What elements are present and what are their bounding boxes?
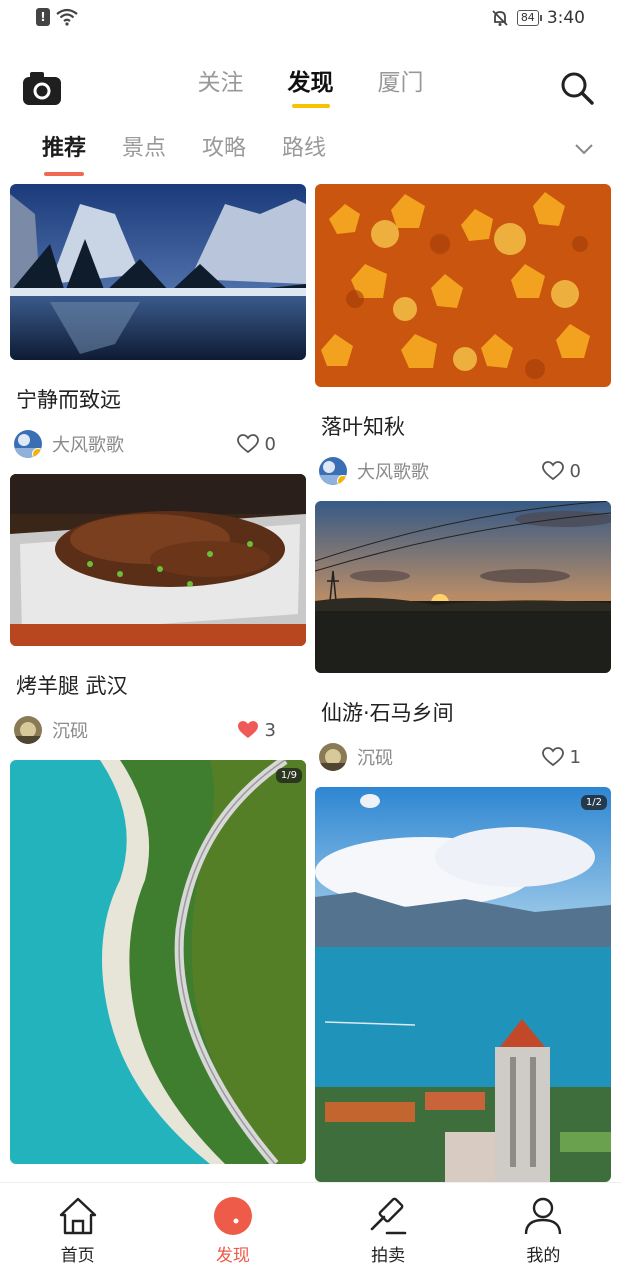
bottom-nav: 首页 发现 拍卖 我的 bbox=[0, 1182, 621, 1274]
like-count: 0 bbox=[569, 460, 581, 482]
tab-discover[interactable]: 发现 bbox=[288, 68, 334, 112]
post-image[interactable] bbox=[10, 474, 306, 646]
home-icon bbox=[59, 1197, 96, 1235]
avatar[interactable] bbox=[319, 743, 347, 771]
like-count: 0 bbox=[264, 433, 276, 455]
image-count-badge: 1/9 bbox=[275, 768, 302, 783]
like-button[interactable]: 1 bbox=[541, 746, 581, 768]
post-meta: 大风歌歌 0 bbox=[319, 451, 611, 491]
wifi-icon bbox=[56, 8, 78, 26]
gavel-icon bbox=[370, 1197, 407, 1235]
post-author[interactable]: 沉砚 bbox=[357, 744, 393, 770]
nav-profile-label: 我的 bbox=[526, 1246, 561, 1266]
nav-profile[interactable]: 我的 bbox=[466, 1183, 621, 1274]
category-guides[interactable]: 攻略 bbox=[202, 130, 246, 176]
heart-outline-icon bbox=[236, 434, 259, 454]
post-meta: 沉砚 3 bbox=[14, 710, 306, 750]
post-title: 落叶知秋 bbox=[321, 415, 405, 439]
like-button[interactable]: 0 bbox=[541, 460, 581, 482]
top-header: 关注 发现 厦门 bbox=[0, 58, 621, 118]
clock: 3:40 bbox=[546, 8, 585, 28]
search-icon[interactable] bbox=[559, 70, 595, 106]
category-tabs: 推荐 景点 攻略 路线 bbox=[42, 130, 326, 176]
post-meta: 沉砚 1 bbox=[319, 737, 611, 777]
post-card[interactable]: 烤羊腿 武汉 沉砚 3 bbox=[10, 474, 306, 750]
tab-following[interactable]: 关注 bbox=[198, 68, 244, 112]
post-author[interactable]: 沉砚 bbox=[52, 717, 88, 743]
post-image[interactable] bbox=[10, 184, 306, 360]
verified-badge-icon bbox=[32, 448, 42, 458]
discover-icon bbox=[213, 1197, 252, 1235]
nav-discover[interactable]: 发现 bbox=[155, 1183, 310, 1274]
heart-outline-icon bbox=[541, 747, 564, 767]
like-button[interactable]: 3 bbox=[237, 720, 276, 741]
nav-home[interactable]: 首页 bbox=[0, 1183, 155, 1274]
post-image[interactable] bbox=[315, 184, 611, 387]
image-count-badge: 1/2 bbox=[580, 795, 607, 810]
post-card[interactable]: 仙游·石马乡间 沉砚 1 bbox=[315, 501, 611, 777]
status-bar: ! 84 3:40 bbox=[0, 0, 621, 40]
nav-discover-label: 发现 bbox=[215, 1246, 250, 1266]
post-card[interactable]: 1/2 bbox=[315, 787, 611, 1182]
post-card[interactable]: 落叶知秋 大风歌歌 0 bbox=[315, 184, 611, 491]
like-button[interactable]: 0 bbox=[236, 433, 276, 455]
chevron-down-icon[interactable] bbox=[573, 138, 595, 160]
sim-alert-icon: ! bbox=[36, 8, 50, 26]
tab-xiamen[interactable]: 厦门 bbox=[378, 68, 424, 112]
battery-indicator: 84 bbox=[516, 10, 542, 26]
post-meta: 大风歌歌 0 bbox=[14, 424, 306, 464]
post-image[interactable]: 1/9 bbox=[10, 760, 306, 1164]
person-icon bbox=[525, 1197, 562, 1235]
heart-outline-icon bbox=[541, 461, 564, 481]
waterfall-feed: 宁静而致远 大风歌歌 0 烤羊腿 武汉 沉砚 3 1/9 落叶知秋 大风歌歌 0… bbox=[10, 184, 611, 1182]
category-recommended[interactable]: 推荐 bbox=[42, 130, 86, 176]
verified-badge-icon bbox=[337, 475, 347, 485]
post-image[interactable]: 1/2 bbox=[315, 787, 611, 1182]
category-attractions[interactable]: 景点 bbox=[122, 130, 166, 176]
post-image[interactable] bbox=[315, 501, 611, 673]
post-author[interactable]: 大风歌歌 bbox=[52, 431, 124, 457]
post-card[interactable]: 1/9 bbox=[10, 760, 306, 1164]
mute-bell-icon bbox=[492, 10, 508, 26]
like-count: 1 bbox=[569, 746, 581, 768]
nav-home-label: 首页 bbox=[60, 1246, 95, 1266]
top-tabs: 关注 发现 厦门 bbox=[0, 68, 621, 112]
post-author[interactable]: 大风歌歌 bbox=[357, 458, 429, 484]
avatar[interactable] bbox=[14, 716, 42, 744]
post-title: 烤羊腿 武汉 bbox=[16, 674, 128, 698]
like-count: 3 bbox=[264, 719, 276, 741]
nav-auction[interactable]: 拍卖 bbox=[311, 1183, 466, 1274]
heart-filled-icon bbox=[237, 721, 258, 738]
nav-auction-label: 拍卖 bbox=[371, 1246, 406, 1266]
post-card[interactable]: 宁静而致远 大风歌歌 0 bbox=[10, 184, 306, 464]
post-title: 宁静而致远 bbox=[16, 388, 121, 412]
post-title: 仙游·石马乡间 bbox=[321, 701, 454, 725]
category-routes[interactable]: 路线 bbox=[282, 130, 326, 176]
avatar[interactable] bbox=[14, 430, 42, 458]
avatar[interactable] bbox=[319, 457, 347, 485]
